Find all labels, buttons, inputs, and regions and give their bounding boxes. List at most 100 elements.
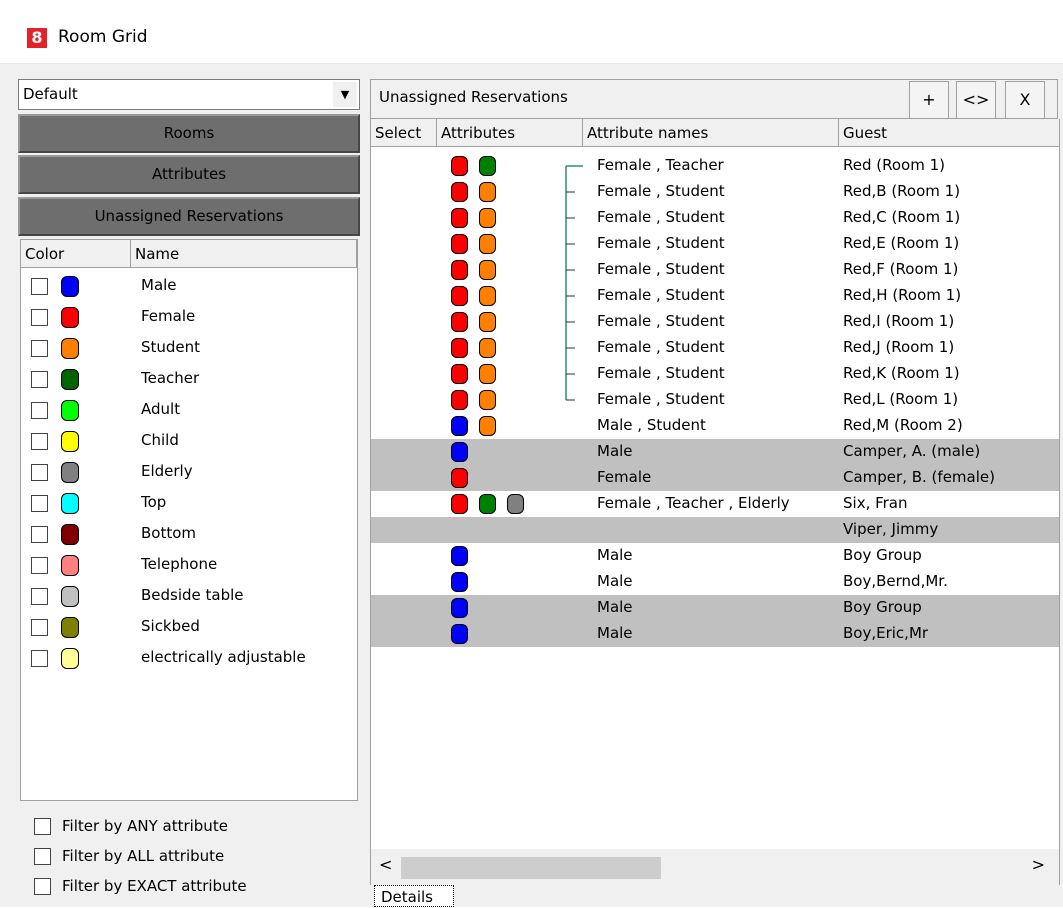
attribute-row[interactable]: Adult [21, 394, 357, 425]
attribute-checkbox[interactable] [31, 557, 48, 574]
filter-all-checkbox[interactable] [34, 848, 51, 865]
close-button[interactable]: X [1005, 81, 1045, 119]
attribute-checkbox[interactable] [31, 619, 48, 636]
chevron-down-icon[interactable]: ▼ [333, 82, 357, 107]
scroll-left-icon[interactable]: < [379, 855, 392, 874]
scrollbar-thumb[interactable] [401, 857, 661, 879]
attribute-color-badge [479, 286, 496, 306]
filter-any-checkbox[interactable] [34, 818, 51, 835]
attribute-checkbox[interactable] [31, 588, 48, 605]
attribute-row[interactable]: electrically adjustable [21, 642, 357, 673]
attribute-color-badge [507, 494, 524, 514]
reservation-row[interactable]: Female , Student Red,E (Room 1) [371, 231, 1059, 257]
attribute-row[interactable]: Sickbed [21, 611, 357, 642]
guest-cell: Red,E (Room 1) [843, 234, 960, 252]
attribute-color-swatch [61, 648, 79, 669]
attribute-color-badge [451, 598, 468, 618]
profile-dropdown[interactable]: Default ▼ [18, 79, 360, 110]
attribute-color-badge [479, 260, 496, 280]
reservation-row[interactable]: Male Camper, A. (male) [371, 439, 1059, 465]
attribute-names-cell: Female , Student [597, 234, 725, 252]
column-header-attribute-names[interactable]: Attribute names [583, 119, 839, 147]
column-header-attributes[interactable]: Attributes [437, 119, 583, 147]
attribute-row[interactable]: Bedside table [21, 580, 357, 611]
attribute-names-cell: Male [597, 546, 633, 564]
guest-cell: Boy Group [843, 546, 922, 564]
attribute-row[interactable]: Bottom [21, 518, 357, 549]
attribute-checkbox[interactable] [31, 464, 48, 481]
attribute-color-badge [479, 364, 496, 384]
group-tree-lines [565, 165, 583, 401]
rooms-button[interactable]: Rooms [18, 114, 360, 153]
reservation-row[interactable]: Female , Student Red,L (Room 1) [371, 387, 1059, 413]
column-header-color[interactable]: Color [21, 240, 131, 268]
attribute-checkbox[interactable] [31, 309, 48, 326]
attribute-row[interactable]: Female [21, 301, 357, 332]
reservation-row[interactable]: Female , Student Red,F (Room 1) [371, 257, 1059, 283]
title-bar: 8 Room Grid [0, 0, 1063, 64]
filter-any-option[interactable]: Filter by ANY attribute [34, 813, 354, 841]
reservation-row[interactable]: Female , Student Red,J (Room 1) [371, 335, 1059, 361]
attribute-color-swatch [61, 493, 79, 514]
filter-exact-checkbox[interactable] [34, 878, 51, 895]
column-header-guest[interactable]: Guest [839, 119, 1059, 147]
reservation-row[interactable]: Female , Teacher , Elderly Six, Fran [371, 491, 1059, 517]
reservation-row[interactable]: Male Boy,Eric,Mr [371, 621, 1059, 647]
reservation-row[interactable]: Male , Student Red,M (Room 2) [371, 413, 1059, 439]
reservation-row[interactable]: Male Boy Group [371, 595, 1059, 621]
reservation-row[interactable]: Female Camper, B. (female) [371, 465, 1059, 491]
attribute-checkbox[interactable] [31, 433, 48, 450]
attribute-checkbox[interactable] [31, 371, 48, 388]
attributes-button[interactable]: Attributes [18, 155, 360, 194]
attribute-color-badge [479, 390, 496, 410]
reservation-row[interactable]: Viper, Jimmy [371, 517, 1059, 543]
swap-button[interactable]: <> [956, 81, 996, 119]
attribute-checkbox[interactable] [31, 278, 48, 295]
attribute-color-badge [451, 468, 468, 488]
attribute-color-swatch [61, 431, 79, 452]
reservation-row[interactable]: Female , Teacher Red (Room 1) [371, 153, 1059, 179]
attribute-checkbox[interactable] [31, 495, 48, 512]
reservation-row[interactable]: Female , Student Red,H (Room 1) [371, 283, 1059, 309]
attribute-row[interactable]: Teacher [21, 363, 357, 394]
attribute-checkbox[interactable] [31, 402, 48, 419]
profile-dropdown-value: Default [23, 85, 78, 103]
reservation-row[interactable]: Female , Student Red,C (Room 1) [371, 205, 1059, 231]
reservation-row[interactable]: Female , Student Red,B (Room 1) [371, 179, 1059, 205]
guest-cell: Camper, B. (female) [843, 468, 995, 486]
attribute-checkbox[interactable] [31, 340, 48, 357]
filter-all-option[interactable]: Filter by ALL attribute [34, 843, 354, 871]
reservation-row[interactable]: Male Boy Group [371, 543, 1059, 569]
attribute-color-badge [451, 624, 468, 644]
reservation-row[interactable]: Male Boy,Bernd,Mr. [371, 569, 1059, 595]
attribute-names-cell: Female , Student [597, 208, 725, 226]
reservation-row[interactable]: Female , Student Red,K (Room 1) [371, 361, 1059, 387]
attribute-name: electrically adjustable [141, 648, 306, 666]
attribute-row[interactable]: Male [21, 270, 357, 301]
guest-cell: Red,J (Room 1) [843, 338, 955, 356]
guest-cell: Red,C (Room 1) [843, 208, 961, 226]
horizontal-scrollbar[interactable]: < > [370, 849, 1060, 885]
filter-exact-option[interactable]: Filter by EXACT attribute [34, 873, 354, 901]
attribute-row[interactable]: Elderly [21, 456, 357, 487]
attribute-names-cell: Female [597, 468, 652, 486]
reservation-row[interactable]: Female , Student Red,I (Room 1) [371, 309, 1059, 335]
add-button[interactable]: + [909, 81, 949, 119]
attribute-row[interactable]: Top [21, 487, 357, 518]
attribute-color-badge [479, 338, 496, 358]
tab-details[interactable]: Details [374, 885, 454, 907]
attribute-color-badge [479, 208, 496, 228]
attribute-row[interactable]: Telephone [21, 549, 357, 580]
column-header-select[interactable]: Select [371, 119, 437, 147]
reservations-grid: Select Attributes Attribute names Guest … [370, 119, 1060, 849]
attribute-checkbox[interactable] [31, 526, 48, 543]
column-header-name[interactable]: Name [131, 240, 357, 268]
unassigned-reservations-button[interactable]: Unassigned Reservations [18, 197, 360, 236]
attribute-row[interactable]: Student [21, 332, 357, 363]
attribute-color-badge [451, 234, 468, 254]
attribute-checkbox[interactable] [31, 650, 48, 667]
attribute-color-swatch [61, 400, 79, 421]
guest-cell: Red,H (Room 1) [843, 286, 962, 304]
scroll-right-icon[interactable]: > [1032, 855, 1045, 874]
attribute-row[interactable]: Child [21, 425, 357, 456]
